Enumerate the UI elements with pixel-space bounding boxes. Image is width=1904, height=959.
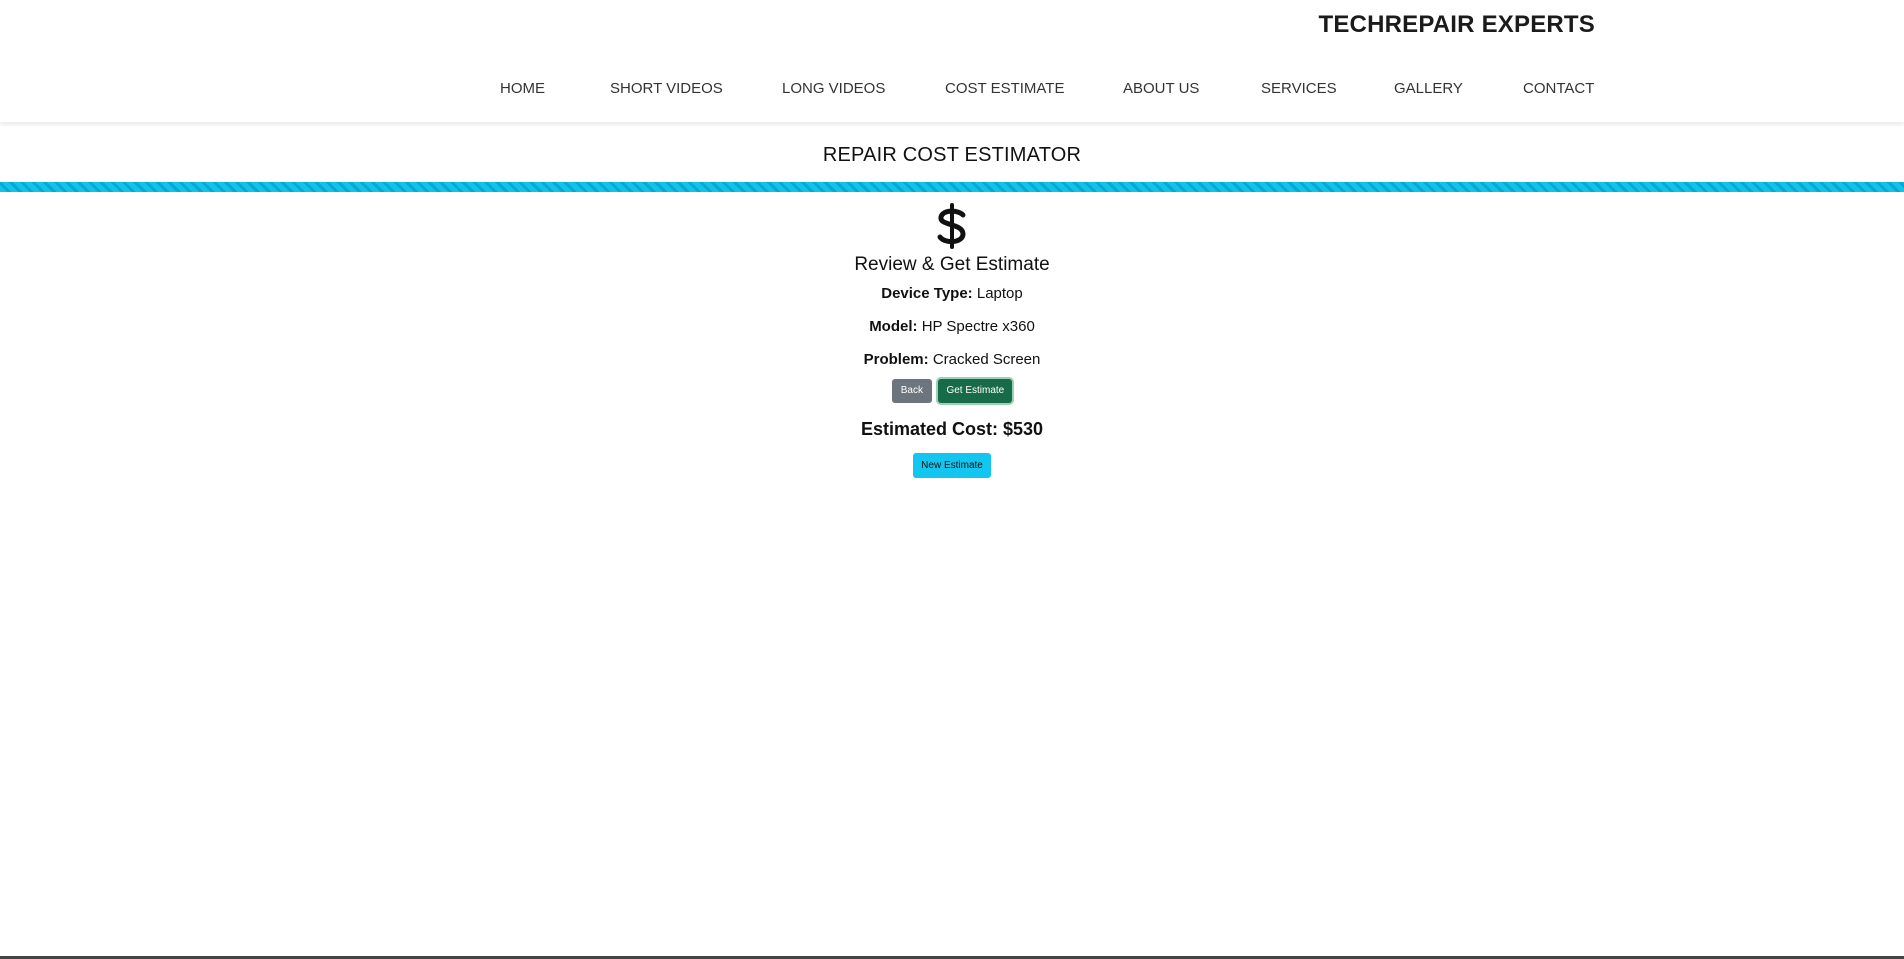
page-title: REPAIR COST ESTIMATOR: [822, 144, 1082, 166]
estimate-review-section: Review & Get Estimate Device Type: Lapto…: [0, 192, 1904, 478]
back-button[interactable]: Back: [891, 379, 932, 403]
estimated-cost: Estimated Cost: $530: [860, 419, 1044, 439]
nav-services[interactable]: SERVICES: [1261, 80, 1337, 97]
device-type-label: Device Type:: [881, 285, 973, 302]
nav-cost-estimate[interactable]: COST ESTIMATE: [945, 80, 1064, 97]
dollar-sign-icon: [937, 203, 966, 249]
model-value: HP Spectre x360: [921, 318, 1035, 335]
new-estimate-button[interactable]: New Estimate: [913, 453, 991, 478]
problem-label: Problem:: [863, 351, 929, 368]
site-brand[interactable]: TECHREPAIR EXPERTS: [1318, 11, 1595, 39]
nav-about-us[interactable]: ABOUT US: [1123, 80, 1199, 97]
model-row: Model: HP Spectre x360: [0, 317, 1904, 337]
accent-stripe: [0, 182, 1904, 192]
nav-home[interactable]: HOME: [500, 80, 545, 97]
nav-long-videos[interactable]: LONG VIDEOS: [782, 80, 885, 97]
nav-gallery[interactable]: GALLERY: [1394, 80, 1463, 97]
nav-short-videos[interactable]: SHORT VIDEOS: [610, 80, 723, 97]
device-type-value: Laptop: [976, 285, 1023, 302]
page: TECHREPAIR EXPERTS HOME SHORT VIDEOS LON…: [0, 0, 1904, 959]
problem-row: Problem: Cracked Screen: [0, 350, 1904, 370]
page-banner: REPAIR COST ESTIMATOR: [0, 122, 1904, 182]
nav-contact[interactable]: CONTACT: [1523, 80, 1594, 97]
site-header: TECHREPAIR EXPERTS HOME SHORT VIDEOS LON…: [0, 0, 1904, 122]
get-estimate-button[interactable]: Get Estimate: [938, 379, 1013, 403]
model-label: Model:: [869, 318, 918, 335]
action-buttons: Back Get Estimate: [0, 379, 1904, 405]
main-nav: HOME SHORT VIDEOS LONG VIDEOS COST ESTIM…: [0, 80, 1904, 102]
review-heading: Review & Get Estimate: [854, 254, 1050, 275]
problem-value: Cracked Screen: [932, 351, 1041, 368]
device-type-row: Device Type: Laptop: [0, 284, 1904, 304]
